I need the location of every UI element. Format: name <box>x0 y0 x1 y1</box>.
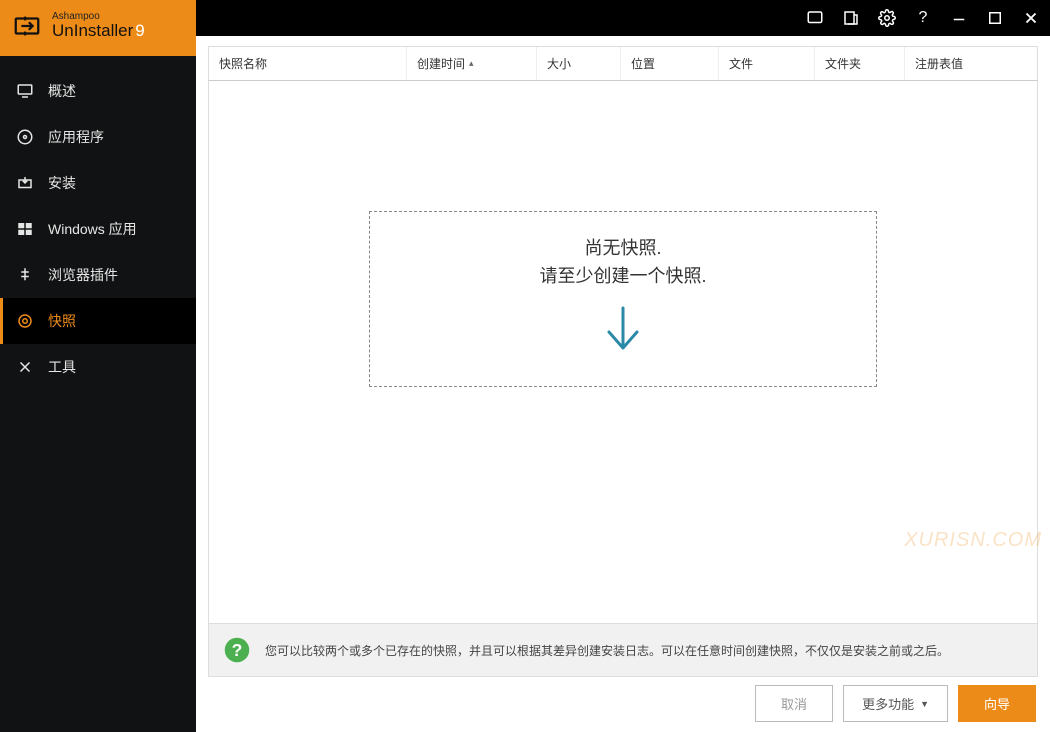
brand-name: UnInstaller9 <box>52 22 145 41</box>
column-folder[interactable]: 文件夹 <box>815 47 905 80</box>
settings-icon[interactable] <box>876 7 898 29</box>
column-time[interactable]: 创建时间▴ <box>407 47 537 80</box>
table-body: 尚无快照. 请至少创建一个快照. <box>208 81 1038 624</box>
sidebar-item-browser-plugins[interactable]: 浏览器插件 <box>0 252 196 298</box>
sidebar-item-label: 安装 <box>48 173 76 193</box>
help-icon[interactable]: ? <box>912 7 934 29</box>
table-header: 快照名称 创建时间▴ 大小 位置 文件 文件夹 注册表值 <box>208 46 1038 81</box>
windows-icon <box>16 220 34 238</box>
column-name[interactable]: 快照名称 <box>209 47 407 80</box>
news-icon[interactable] <box>840 7 862 29</box>
cancel-button[interactable]: 取消 <box>755 685 833 722</box>
caret-down-icon: ▼ <box>920 699 929 709</box>
sidebar-item-label: 浏览器插件 <box>48 265 118 285</box>
info-text: 您可以比较两个或多个已存在的快照，并且可以根据其差异创建安装日志。可以在任意时间… <box>265 642 949 659</box>
sidebar-nav: 概述 应用程序 安装 Windows 应用 浏览器插件 <box>0 56 196 390</box>
tools-icon <box>16 358 34 376</box>
maximize-button[interactable] <box>984 7 1006 29</box>
column-size[interactable]: 大小 <box>537 47 621 80</box>
arrow-down-icon <box>390 306 856 356</box>
install-icon <box>16 174 34 192</box>
sidebar-item-tools[interactable]: 工具 <box>0 344 196 390</box>
brand-header: Ashampoo UnInstaller9 <box>0 0 196 56</box>
sidebar-item-label: 应用程序 <box>48 127 104 147</box>
sidebar-item-label: Windows 应用 <box>48 219 137 239</box>
column-location[interactable]: 位置 <box>621 47 719 80</box>
sidebar-item-label: 概述 <box>48 81 76 101</box>
close-button[interactable] <box>1020 7 1042 29</box>
snapshot-icon <box>16 312 34 330</box>
monitor-icon <box>16 82 34 100</box>
brand-logo-icon <box>12 11 42 41</box>
info-strip: ? 您可以比较两个或多个已存在的快照，并且可以根据其差异创建安装日志。可以在任意… <box>208 624 1038 677</box>
main-panel: 快照名称 创建时间▴ 大小 位置 文件 文件夹 注册表值 尚无快照. 请至少创建… <box>196 36 1050 732</box>
empty-line1: 尚无快照. <box>390 234 856 260</box>
disc-icon <box>16 128 34 146</box>
feedback-icon[interactable] <box>804 7 826 29</box>
sidebar-item-snapshots[interactable]: 快照 <box>0 298 196 344</box>
sort-asc-icon: ▴ <box>469 58 474 69</box>
sidebar-item-windows-apps[interactable]: Windows 应用 <box>0 206 196 252</box>
empty-line2: 请至少创建一个快照. <box>390 262 856 288</box>
empty-state: 尚无快照. 请至少创建一个快照. <box>369 211 877 387</box>
more-functions-button[interactable]: 更多功能▼ <box>843 685 948 722</box>
wizard-button[interactable]: 向导 <box>958 685 1036 722</box>
sidebar: Ashampoo UnInstaller9 概述 应用程序 安装 <box>0 36 196 732</box>
column-registry[interactable]: 注册表值 <box>905 47 1037 80</box>
sidebar-item-applications[interactable]: 应用程序 <box>0 114 196 160</box>
plugin-icon <box>16 266 34 284</box>
sidebar-item-label: 工具 <box>48 357 76 377</box>
sidebar-item-install[interactable]: 安装 <box>0 160 196 206</box>
column-file[interactable]: 文件 <box>719 47 815 80</box>
footer-buttons: 取消 更多功能▼ 向导 <box>208 677 1038 722</box>
sidebar-item-label: 快照 <box>48 311 76 331</box>
sidebar-item-overview[interactable]: 概述 <box>0 68 196 114</box>
svg-text:?: ? <box>232 640 243 660</box>
minimize-button[interactable] <box>948 7 970 29</box>
help-circle-icon: ? <box>223 636 251 664</box>
